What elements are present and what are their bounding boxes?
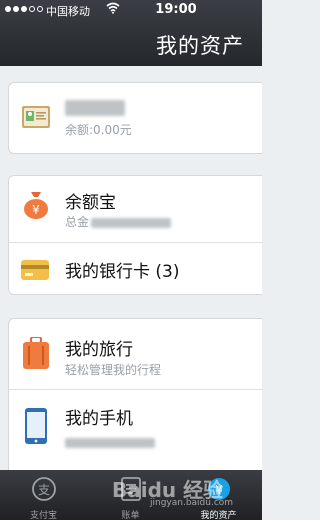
suitcase-icon (23, 336, 49, 375)
svg-text:¥: ¥ (32, 203, 40, 217)
yuebao-amount-redacted (91, 217, 172, 228)
travel-title: 我的旅行 (65, 340, 133, 360)
account-card[interactable]: 余额:0.00元 (8, 82, 262, 154)
mobile-phone-icon (25, 408, 47, 448)
services-card: 我的旅行 轻松管理我的行程 我的手机 (8, 318, 263, 479)
bank-card-title: 我的银行卡 (3) (65, 262, 180, 282)
account-name-redacted (65, 97, 125, 116)
status-bar: 中国移动 19:00 (0, 0, 262, 22)
baidu-watermark-url: jingyan.baidu.com (150, 498, 234, 508)
bank-card-icon (21, 260, 49, 284)
yuebao-row[interactable]: ¥ 余额宝 总金 (9, 176, 263, 238)
phone-title: 我的手机 (65, 409, 133, 429)
tab-label: 我的资产 (200, 511, 237, 520)
page-title: 我的资产 (156, 34, 244, 58)
tab-label: 账单 (121, 511, 140, 520)
account-balance: 余额:0.00元 (65, 123, 132, 137)
money-bag-icon: ¥ (23, 190, 49, 224)
alipay-icon: 支 (31, 476, 57, 506)
id-card-icon (21, 103, 51, 135)
wealth-card: ¥ 余额宝 总金 我的银行卡 (3) (8, 175, 263, 295)
tab-label: 支付宝 (29, 511, 57, 520)
phone-subtitle-redacted (65, 432, 155, 451)
tab-alipay[interactable]: 支 支付宝 (0, 470, 87, 520)
svg-text:支: 支 (37, 483, 49, 497)
bank-card-row[interactable]: 我的银行卡 (3) (9, 243, 263, 295)
phone-row[interactable]: 我的手机 (9, 390, 263, 479)
top-bar: 中国移动 19:00 我的资产 (0, 0, 262, 66)
yuebao-subtitle-text: 总金 (65, 215, 90, 229)
travel-row[interactable]: 我的旅行 轻松管理我的行程 (9, 319, 263, 389)
status-time: 19:00 (155, 2, 197, 17)
travel-subtitle: 轻松管理我的行程 (65, 363, 162, 377)
yuebao-title: 余额宝 (65, 193, 116, 213)
yuebao-subtitle: 总金 (65, 213, 172, 230)
